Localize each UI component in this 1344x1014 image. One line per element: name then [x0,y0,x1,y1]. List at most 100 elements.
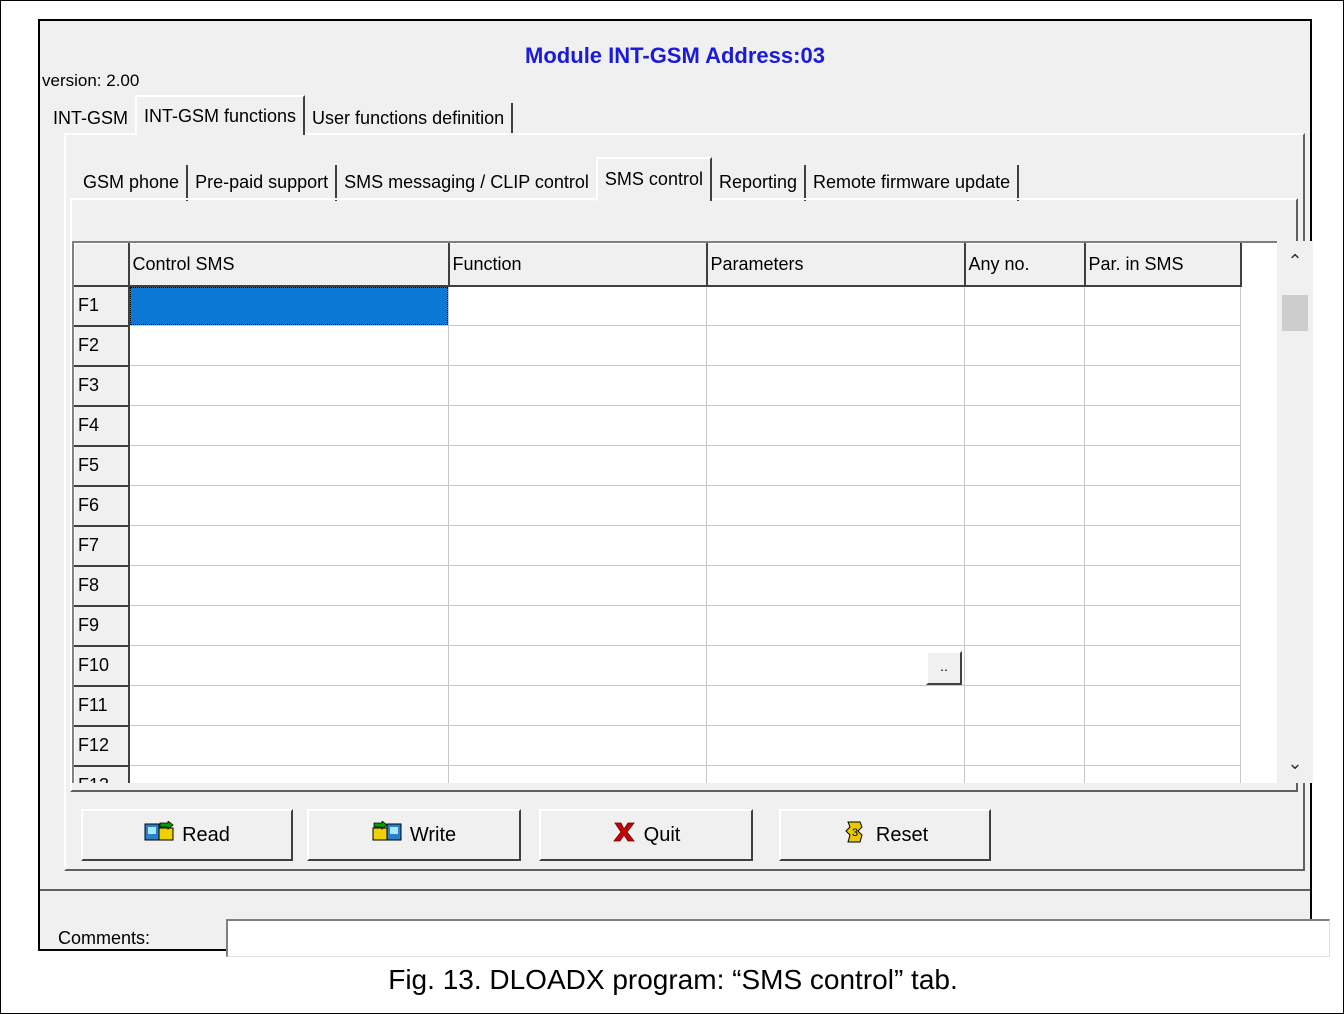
tab-int-gsm[interactable]: INT-GSM [46,103,135,135]
cell-function[interactable] [448,325,707,366]
cell-any-no[interactable] [964,285,1085,326]
column-header-par-in-sms[interactable]: Par. in SMS [1084,243,1242,287]
cell-control-sms[interactable] [128,685,449,726]
cell-par-in-sms[interactable] [1084,365,1241,406]
cell-any-no[interactable] [964,605,1085,646]
column-header-function[interactable]: Function [448,243,708,287]
cell-function[interactable] [448,365,707,406]
cell-function[interactable] [448,485,707,526]
column-header-control-sms[interactable]: Control SMS [128,243,450,287]
cell-par-in-sms[interactable] [1084,485,1241,526]
reset-icon: 3 [842,819,868,851]
cell-par-in-sms[interactable] [1084,285,1241,326]
tab-reporting[interactable]: Reporting [711,165,807,201]
cell-parameters[interactable] [706,765,965,783]
cell-any-no[interactable] [964,645,1085,686]
cell-parameters[interactable] [706,525,965,566]
cell-any-no[interactable] [964,325,1085,366]
cell-parameters[interactable] [706,365,965,406]
cell-function[interactable] [448,685,707,726]
scroll-up-arrow-icon[interactable]: ⌃ [1277,243,1313,279]
cell-par-in-sms[interactable] [1084,605,1241,646]
tab-sms-messaging-clip-control[interactable]: SMS messaging / CLIP control [337,165,596,201]
scrollbar-thumb[interactable] [1282,295,1308,331]
column-header-parameters[interactable]: Parameters [706,243,966,287]
parameters-ellipsis-button[interactable]: .. [926,650,962,685]
cell-control-sms[interactable] [128,565,449,606]
table-row: F9 [74,605,1241,647]
cell-parameters[interactable] [706,725,965,766]
cell-any-no[interactable] [964,685,1085,726]
cell-parameters[interactable] [706,445,965,486]
read-button[interactable]: Read [81,809,293,861]
cell-control-sms[interactable] [128,725,449,766]
cell-any-no[interactable] [964,525,1085,566]
cell-any-no[interactable] [964,485,1085,526]
table-row: F3 [74,365,1241,407]
cell-control-sms-selected[interactable] [128,285,449,326]
cell-function[interactable] [448,525,707,566]
cell-function[interactable] [448,645,707,686]
quit-button[interactable]: Quit [539,809,753,861]
cell-function[interactable] [448,445,707,486]
cell-par-in-sms[interactable] [1084,405,1241,446]
tab-remote-firmware-update[interactable]: Remote firmware update [806,165,1020,201]
comments-input[interactable] [226,919,1330,957]
cell-parameters[interactable] [706,685,965,726]
cell-any-no[interactable] [964,405,1085,446]
row-header-f3: F3 [74,365,130,407]
cell-control-sms[interactable] [128,525,449,566]
grid-vertical-scrollbar[interactable]: ⌃ ⌄ [1277,241,1313,783]
tab-gsm-phone[interactable]: GSM phone [76,165,189,201]
cell-par-in-sms[interactable] [1084,525,1241,566]
write-button[interactable]: Write [307,809,521,861]
tab-int-gsm-functions[interactable]: INT-GSM functions [135,95,306,135]
cell-any-no[interactable] [964,725,1085,766]
tab-sms-control[interactable]: SMS control [595,157,712,201]
cell-parameters[interactable]: .. [706,645,965,686]
reset-button[interactable]: 3 Reset [779,809,991,861]
cell-control-sms[interactable] [128,765,449,783]
cell-par-in-sms[interactable] [1084,725,1241,766]
cell-par-in-sms[interactable] [1084,445,1241,486]
cell-any-no[interactable] [964,365,1085,406]
table-row: F4 [74,405,1241,447]
x-icon [612,821,636,849]
cell-parameters[interactable] [706,405,965,446]
column-header-any-no[interactable]: Any no. [964,243,1086,287]
cell-parameters[interactable] [706,565,965,606]
sms-control-grid: Control SMS Function Parameters Any no. … [72,241,1278,783]
figure-frame: Module INT-GSM Address:03 version: 2.00 … [0,0,1344,1014]
cell-any-no[interactable] [964,765,1085,783]
cell-control-sms[interactable] [128,485,449,526]
cell-par-in-sms[interactable] [1084,565,1241,606]
cell-control-sms[interactable] [128,605,449,646]
scroll-down-arrow-icon[interactable]: ⌄ [1277,745,1313,781]
cell-parameters[interactable] [706,605,965,646]
reset-button-label: Reset [875,823,929,846]
cell-any-no[interactable] [964,565,1085,606]
cell-control-sms[interactable] [128,645,449,686]
cell-control-sms[interactable] [128,405,449,446]
cell-par-in-sms[interactable] [1084,645,1241,686]
table-row: F10 .. [74,645,1241,687]
cell-control-sms[interactable] [128,445,449,486]
cell-function[interactable] [448,405,707,446]
cell-parameters[interactable] [706,325,965,366]
cell-parameters[interactable] [706,485,965,526]
cell-function[interactable] [448,605,707,646]
tab-user-functions-definition[interactable]: User functions definition [305,103,514,135]
cell-function[interactable] [448,565,707,606]
row-header-f13: F13 [74,765,130,783]
cell-par-in-sms[interactable] [1084,765,1241,783]
cell-any-no[interactable] [964,445,1085,486]
cell-par-in-sms[interactable] [1084,685,1241,726]
cell-function[interactable] [448,285,707,326]
cell-parameters[interactable] [706,285,965,326]
cell-function[interactable] [448,765,707,783]
cell-function[interactable] [448,725,707,766]
cell-par-in-sms[interactable] [1084,325,1241,366]
tab-pre-paid-support[interactable]: Pre-paid support [188,165,338,201]
cell-control-sms[interactable] [128,325,449,366]
cell-control-sms[interactable] [128,365,449,406]
